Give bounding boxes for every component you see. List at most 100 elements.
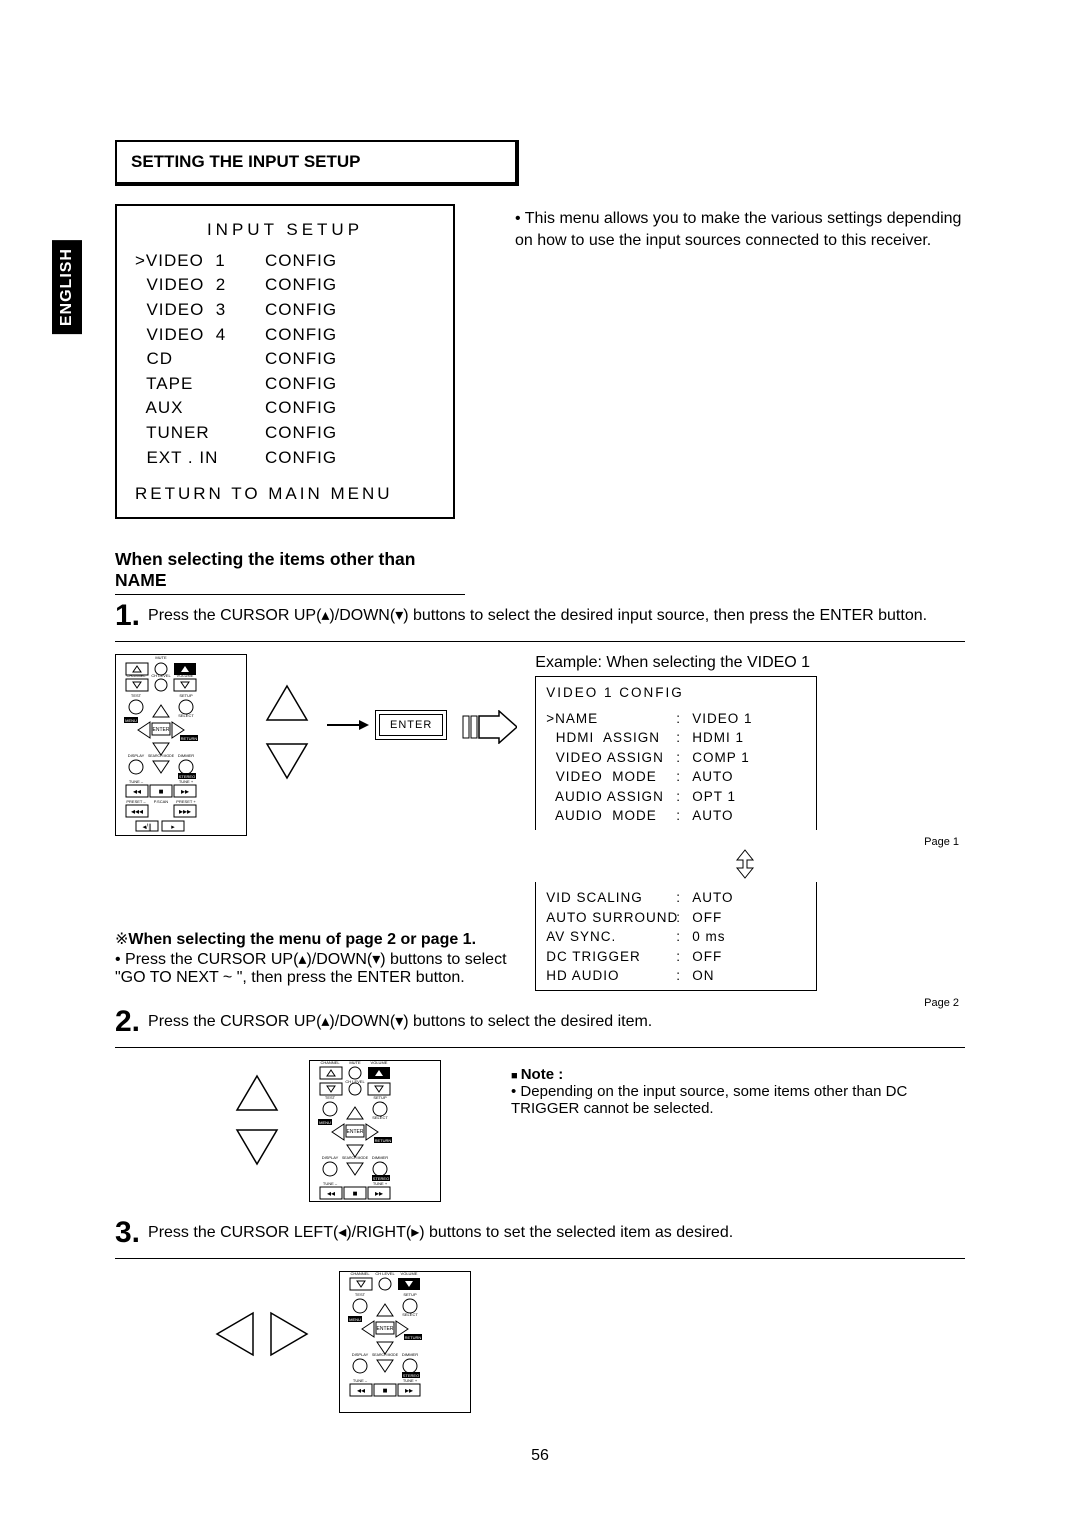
svg-text:SETUP: SETUP — [373, 1095, 387, 1100]
step-text: Press the CURSOR UP(▴)/DOWN(▾) buttons t… — [148, 1011, 652, 1031]
lcd-row-value: CONFIG — [265, 347, 337, 372]
cfg-label: AUTO SURROUND — [546, 908, 676, 928]
menu-page-note-title: When selecting the menu of page 2 or pag… — [128, 931, 476, 948]
svg-text:RETURN: RETURN — [405, 1335, 422, 1340]
svg-text:▸▸: ▸▸ — [375, 1189, 383, 1198]
transition-arrow-icon — [461, 710, 517, 744]
svg-text:DISPLAY: DISPLAY — [352, 1352, 369, 1357]
note-block: Note : • Depending on the input source, … — [471, 1066, 965, 1117]
lcd-row-label: TUNER — [135, 421, 265, 446]
step-1: 1. Press the CURSOR UP(▴)/DOWN(▾) button… — [115, 605, 965, 631]
enter-button-icon: ENTER — [379, 714, 443, 736]
svg-text:PRESET –: PRESET – — [126, 799, 146, 804]
top-row: INPUT SETUP >VIDEO 1CONFIG VIDEO 2CONFIG… — [115, 204, 965, 519]
svg-text:DIMMER: DIMMER — [178, 753, 194, 758]
svg-text:CHANNEL: CHANNEL — [320, 1061, 340, 1065]
step-2: 2. Press the CURSOR UP(▴)/DOWN(▾) button… — [115, 1011, 965, 1037]
note-text: Depending on the input source, some item… — [511, 1083, 907, 1117]
cfg-colon: : — [676, 767, 692, 787]
svg-text:CH LEVEL: CH LEVEL — [151, 673, 171, 678]
page-number: 56 — [0, 1447, 1080, 1465]
svg-text:◂◂: ◂◂ — [327, 1189, 335, 1198]
svg-text:VOLUME: VOLUME — [401, 1272, 418, 1276]
step-number: 1. — [115, 601, 140, 631]
note-heading: Note : — [511, 1066, 965, 1083]
lcd-row-value: CONFIG — [265, 396, 337, 421]
cfg-label: HDMI ASSIGN — [546, 728, 676, 748]
lcd-row-value: CONFIG — [265, 421, 337, 446]
cfg-label: AV SYNC. — [546, 927, 676, 947]
up-down-triangles-icon — [265, 654, 309, 780]
lcd-title: INPUT SETUP — [135, 218, 435, 243]
page-indicator: Page 2 — [535, 997, 965, 1009]
svg-text:MENU: MENU — [349, 1317, 361, 1322]
language-tab: ENGLISH — [52, 240, 82, 334]
cfg-value: VIDEO 1 — [692, 709, 752, 729]
svg-text:DISPLAY: DISPLAY — [322, 1155, 339, 1160]
step3-figure-row: CHANNEL CH LEVEL VOLUME TEST SETUP ENTER… — [215, 1271, 965, 1413]
svg-text:TEST: TEST — [325, 1095, 336, 1100]
top-description: This menu allows you to make the various… — [515, 204, 965, 253]
lcd-row-value: CONFIG — [265, 249, 337, 274]
triangle-up-icon — [235, 1074, 279, 1112]
svg-text:SETUP: SETUP — [179, 693, 193, 698]
lcd-row-value: CONFIG — [265, 323, 337, 348]
svg-text:MENU: MENU — [319, 1120, 331, 1125]
svg-text:RETURN: RETURN — [375, 1138, 392, 1143]
lcd-config-page2: VID SCALING:AUTO AUTO SURROUND:OFF AV SY… — [535, 882, 817, 991]
svg-text:RETURN: RETURN — [181, 736, 198, 741]
svg-text:MUTE: MUTE — [349, 1061, 361, 1065]
step-text: Press the CURSOR UP(▴)/DOWN(▾) buttons t… — [148, 605, 927, 625]
up-down-triangles-icon — [235, 1060, 279, 1166]
svg-text:SETUP: SETUP — [403, 1292, 417, 1297]
cfg-colon: : — [676, 806, 692, 826]
lcd-row-label: CD — [135, 347, 265, 372]
lcd-input-setup: INPUT SETUP >VIDEO 1CONFIG VIDEO 2CONFIG… — [115, 204, 455, 519]
svg-text:PRESET +: PRESET + — [176, 799, 196, 804]
cfg-value: AUTO — [692, 888, 733, 908]
svg-text:TUNE +: TUNE + — [403, 1378, 418, 1383]
svg-text:TUNE +: TUNE + — [179, 779, 194, 784]
svg-text:◂/∥: ◂/∥ — [143, 823, 152, 831]
cfg-value: AUTO — [692, 767, 733, 787]
cfg-label: VIDEO ASSIGN — [546, 748, 676, 768]
page-indicator: Page 1 — [535, 836, 965, 848]
svg-text:TUNE +: TUNE + — [373, 1181, 388, 1186]
cfg-value: HDMI 1 — [692, 728, 744, 748]
svg-text:DIMMER: DIMMER — [372, 1155, 388, 1160]
lcd-row-label: TAPE — [135, 372, 265, 397]
svg-text:TUNE –: TUNE – — [323, 1181, 338, 1186]
cfg-colon: : — [676, 888, 692, 908]
divider — [115, 1047, 965, 1048]
svg-text:▸: ▸ — [171, 824, 175, 831]
lcd-row-label: AUX — [135, 396, 265, 421]
svg-text:▸▸▸: ▸▸▸ — [179, 807, 191, 816]
svg-text:TUNE –: TUNE – — [353, 1378, 368, 1383]
svg-text:CHANNEL: CHANNEL — [350, 1272, 370, 1276]
menu-page-note: ※When selecting the menu of page 2 or pa… — [115, 929, 515, 987]
svg-text:SELECT: SELECT — [402, 1312, 418, 1317]
lcd-row-value: CONFIG — [265, 273, 337, 298]
svg-text:SEARCH MODE: SEARCH MODE — [148, 754, 175, 758]
svg-text:◂◂: ◂◂ — [357, 1386, 365, 1395]
up-down-small-icon — [535, 848, 965, 882]
lcd-row-label: VIDEO 4 — [135, 323, 265, 348]
lcd-row-value: CONFIG — [265, 372, 337, 397]
step-number: 3. — [115, 1218, 140, 1248]
cfg-value: AUTO — [692, 806, 733, 826]
svg-text:■: ■ — [383, 1386, 388, 1395]
triangle-down-icon — [235, 1128, 279, 1166]
cfg-colon: : — [676, 709, 692, 729]
cfg-colon: : — [676, 966, 692, 986]
cfg-value: ON — [692, 966, 714, 986]
svg-text:ENTER: ENTER — [347, 1129, 364, 1135]
lcd-row-label: >VIDEO 1 — [135, 249, 265, 274]
page: ENGLISH SETTING THE INPUT SETUP INPUT SE… — [0, 0, 1080, 1525]
cfg-colon: : — [676, 787, 692, 807]
divider — [115, 641, 965, 642]
subheading: When selecting the items other than NAME — [115, 519, 465, 595]
triangle-up-icon — [265, 684, 309, 722]
svg-text:◂◂◂: ◂◂◂ — [131, 807, 143, 816]
lcd-sub-header: VIDEO 1 CONFIG — [546, 683, 806, 703]
svg-text:SELECT: SELECT — [178, 713, 194, 718]
